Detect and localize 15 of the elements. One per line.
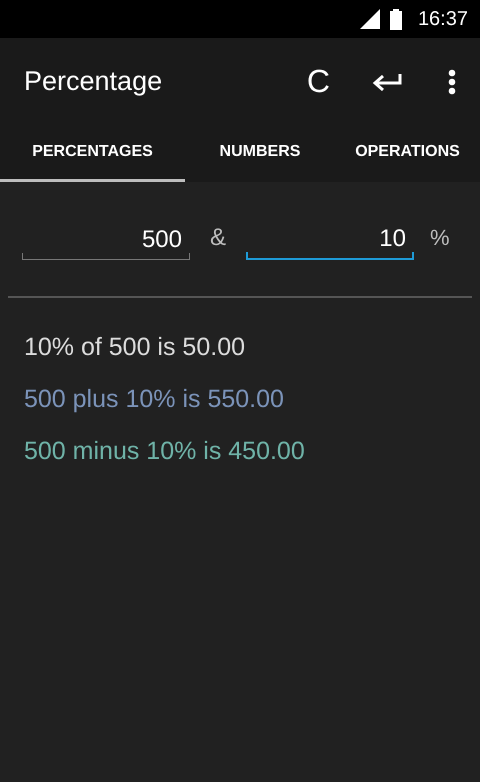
tab[interactable]: PERCENTAGES bbox=[0, 125, 185, 182]
ampersand-label: & bbox=[208, 224, 227, 252]
battery-icon bbox=[390, 8, 402, 30]
result-text: 500 minus 10% is 450.00 bbox=[24, 436, 306, 466]
percent-label: % bbox=[430, 225, 450, 251]
result-text: 500 plus 10% is 550.00 bbox=[24, 384, 285, 414]
return-arrow-icon[interactable] bbox=[372, 72, 402, 92]
clear-button[interactable]: C bbox=[306, 63, 330, 100]
tab[interactable]: OPERATIONS bbox=[335, 125, 480, 182]
status-time: 16:37 bbox=[418, 8, 468, 30]
result-text: 10% of 500 is 50.00 bbox=[24, 332, 246, 362]
overflow-menu-icon[interactable] bbox=[448, 68, 456, 94]
app-title: Percentage bbox=[24, 66, 164, 97]
tab[interactable]: NUMBERS bbox=[185, 125, 335, 182]
signal-icon bbox=[360, 9, 380, 29]
